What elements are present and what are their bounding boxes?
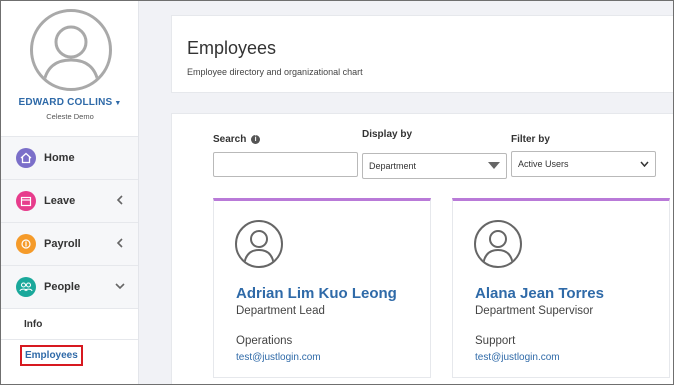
chevron-left-icon[interactable] <box>114 237 126 249</box>
employee-avatar <box>474 220 522 268</box>
sidebar-item-people[interactable]: People <box>1 265 138 308</box>
employee-directory: Search i Display by Department Filter by… <box>171 113 673 384</box>
display-by-label: Display by <box>362 129 413 140</box>
sidebar: EDWARD COLLINS▼ Celeste Demo Home Leave <box>1 1 139 384</box>
person-silhouette-icon <box>243 230 275 266</box>
page-subtitle: Employee directory and organizational ch… <box>187 67 363 77</box>
search-label: Search i <box>213 134 261 145</box>
employee-role: Department Supervisor <box>475 305 594 317</box>
sidebar-nav: Home Leave Payroll People Info Employees <box>1 136 138 370</box>
chevron-down-icon <box>640 161 649 167</box>
user-organization: Celeste Demo <box>46 112 94 121</box>
display-by-select[interactable]: Department <box>362 153 507 179</box>
employee-email[interactable]: test@justlogin.com <box>236 352 321 363</box>
sidebar-item-home[interactable]: Home <box>1 136 138 179</box>
sidebar-subitem-label: Info <box>24 318 43 330</box>
employee-role: Department Lead <box>236 305 325 317</box>
employee-department: Operations <box>236 335 293 347</box>
employee-card[interactable]: Alana Jean Torres Department Supervisor … <box>452 198 670 378</box>
sidebar-item-label: Leave <box>44 195 76 207</box>
page-title: Employees <box>187 38 277 58</box>
user-name-label: EDWARD COLLINS <box>18 97 113 108</box>
user-name-dropdown[interactable]: EDWARD COLLINS ▼ <box>1 97 139 108</box>
triangle-down-icon <box>488 162 500 169</box>
caret-down-icon: ▼ <box>114 100 122 107</box>
search-input[interactable] <box>213 152 358 177</box>
info-icon[interactable]: i <box>251 135 261 144</box>
money-icon <box>16 234 36 254</box>
sidebar-item-label: Home <box>44 152 75 164</box>
person-silhouette-icon <box>482 230 514 266</box>
sidebar-item-payroll[interactable]: Payroll <box>1 222 138 265</box>
filter-by-value: Active Users <box>518 159 569 169</box>
filter-by-select[interactable]: Active Users <box>511 151 656 177</box>
sidebar-subitem-employees[interactable]: Employees <box>1 339 138 370</box>
sidebar-item-leave[interactable]: Leave <box>1 179 138 222</box>
page-header: Employees Employee directory and organiz… <box>171 15 673 93</box>
chevron-left-icon[interactable] <box>114 194 126 206</box>
sidebar-item-label: People <box>44 281 81 293</box>
employee-avatar <box>235 220 283 268</box>
person-silhouette-icon <box>41 25 101 88</box>
filter-by-label: Filter by <box>511 134 550 145</box>
sidebar-subitem-label: Employees <box>20 344 83 366</box>
sidebar-item-label: Payroll <box>44 238 81 250</box>
calendar-icon <box>16 191 36 211</box>
people-icon <box>16 277 36 297</box>
employee-card[interactable]: Adrian Lim Kuo Leong Department Lead Ope… <box>213 198 431 378</box>
sidebar-subitem-info[interactable]: Info <box>1 308 138 339</box>
user-avatar[interactable] <box>30 9 112 91</box>
employee-name[interactable]: Adrian Lim Kuo Leong <box>236 285 397 302</box>
display-by-value: Department <box>369 161 417 171</box>
app-window: EDWARD COLLINS▼ Celeste Demo Home Leave <box>0 0 674 385</box>
employee-name[interactable]: Alana Jean Torres <box>475 285 604 302</box>
chevron-down-icon[interactable] <box>114 280 126 292</box>
home-icon <box>16 148 36 168</box>
search-label-text: Search <box>213 134 247 145</box>
employee-department: Support <box>475 335 516 347</box>
employee-email[interactable]: test@justlogin.com <box>475 352 560 363</box>
